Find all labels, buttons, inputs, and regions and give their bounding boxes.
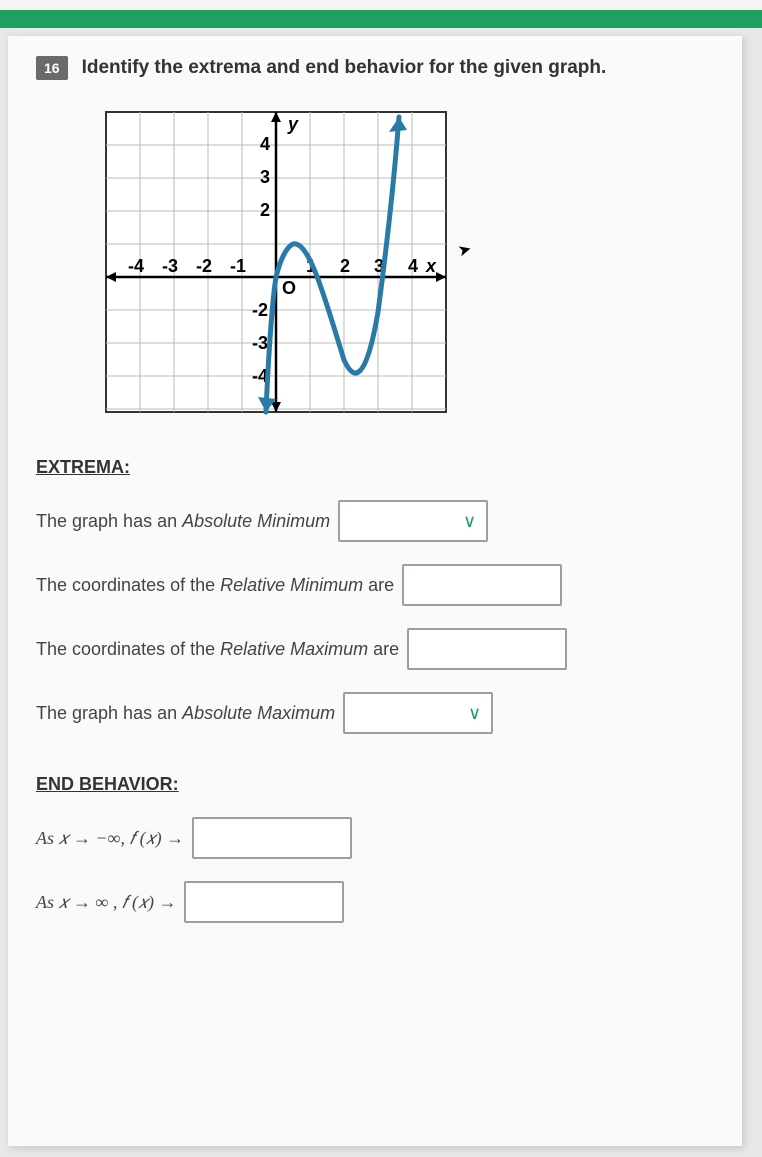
svg-text:-3: -3 [252, 333, 268, 353]
function-graph-svg: -4-3 -2-1 O 12 34 x 43 2 -2-3 -4 y [96, 102, 456, 422]
abs-max-text: The graph has an Absolute Maximum [36, 703, 335, 724]
end-behavior-pos-inf-line: As 𝑥 → ∞ , 𝑓 (𝑥) → [36, 881, 714, 923]
svg-text:y: y [287, 114, 299, 134]
absolute-minimum-line: The graph has an Absolute Minimum ∨ [36, 500, 714, 542]
abs-min-text: The graph has an Absolute Minimum [36, 511, 330, 532]
app-top-bar [0, 0, 762, 28]
svg-text:2: 2 [260, 200, 270, 220]
svg-text:3: 3 [260, 167, 270, 187]
end-behavior-heading: END BEHAVIOR: [36, 774, 714, 795]
svg-text:-4: -4 [128, 256, 144, 276]
relative-minimum-input[interactable] [402, 564, 562, 606]
svg-text:4: 4 [408, 256, 418, 276]
end-behavior-pos-text: As 𝑥 → ∞ , 𝑓 (𝑥) → [36, 892, 176, 913]
question-prompt: Identify the extrema and end behavior fo… [82, 57, 607, 79]
svg-text:-2: -2 [252, 300, 268, 320]
absolute-maximum-line: The graph has an Absolute Maximum ∨ [36, 692, 714, 734]
end-behavior-neg-text: As 𝑥 → −∞, 𝑓 (𝑥) → [36, 828, 184, 849]
worksheet-page: 16 Identify the extrema and end behavior… [8, 36, 742, 1146]
extrema-heading: EXTREMA: [36, 457, 714, 478]
svg-text:2: 2 [340, 256, 350, 276]
question-header: 16 Identify the extrema and end behavior… [36, 56, 714, 80]
svg-text:-1: -1 [230, 256, 246, 276]
chevron-down-icon: ∨ [468, 703, 481, 724]
relative-minimum-line: The coordinates of the Relative Minimum … [36, 564, 714, 606]
svg-text:-2: -2 [196, 256, 212, 276]
rel-min-text: The coordinates of the Relative Minimum … [36, 575, 394, 596]
relative-maximum-line: The coordinates of the Relative Maximum … [36, 628, 714, 670]
graph-figure: -4-3 -2-1 O 12 34 x 43 2 -2-3 -4 y [96, 102, 714, 427]
relative-maximum-input[interactable] [407, 628, 567, 670]
question-number-badge: 16 [36, 56, 68, 80]
end-behavior-neg-input[interactable] [192, 817, 352, 859]
svg-text:-3: -3 [162, 256, 178, 276]
svg-text:4: 4 [260, 134, 270, 154]
svg-text:O: O [282, 278, 296, 298]
end-behavior-pos-input[interactable] [184, 881, 344, 923]
chevron-down-icon: ∨ [463, 511, 476, 532]
svg-text:x: x [425, 256, 437, 276]
end-behavior-neg-inf-line: As 𝑥 → −∞, 𝑓 (𝑥) → [36, 817, 714, 859]
absolute-maximum-dropdown[interactable]: ∨ [343, 692, 493, 734]
absolute-minimum-dropdown[interactable]: ∨ [338, 500, 488, 542]
rel-max-text: The coordinates of the Relative Maximum … [36, 639, 399, 660]
